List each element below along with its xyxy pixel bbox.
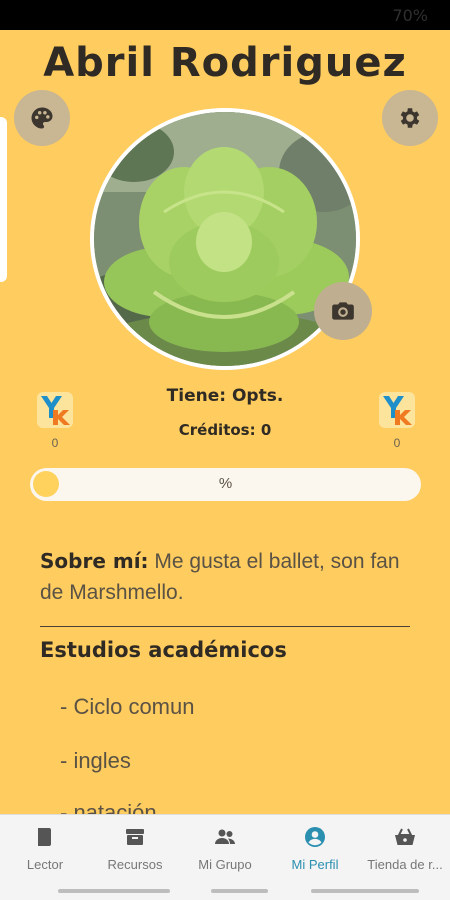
group-icon (215, 829, 235, 844)
about-section: Sobre mí: Me gusta el ballet, son fan de… (40, 546, 420, 608)
basket-icon (395, 828, 415, 845)
change-photo-button[interactable] (314, 282, 372, 340)
opts-label: Tiene: Opts. (166, 386, 284, 406)
section-divider (40, 626, 410, 627)
gear-icon (400, 108, 420, 128)
bottom-navigation: Lector Recursos Mi Grupo Mi Perfil Tiend… (0, 814, 450, 900)
study-item: - ingles (60, 748, 131, 773)
nav-label: Lector (26, 857, 64, 872)
gesture-bar (311, 889, 419, 893)
nav-label: Recursos (107, 857, 163, 872)
nav-item-tienda[interactable]: Tienda de r... (360, 815, 450, 885)
archive-icon (126, 829, 144, 845)
gesture-bar (211, 889, 268, 893)
progress-text: % (218, 475, 233, 492)
side-drawer-handle[interactable] (0, 117, 7, 282)
nav-item-mi-perfil[interactable]: Mi Perfil (270, 815, 360, 885)
nav-label: Mi Grupo (198, 857, 252, 872)
palette-icon (31, 107, 53, 129)
camera-icon (332, 302, 354, 320)
studies-title: Estudios académicos (40, 638, 287, 662)
book-icon (38, 828, 51, 846)
palette-button[interactable] (14, 90, 70, 146)
profile-avatar[interactable] (90, 108, 360, 370)
nav-item-lector[interactable]: Lector (0, 815, 90, 885)
battery-level: 70% (392, 6, 428, 25)
profile-name: Abril Rodriguez (43, 40, 407, 86)
progress-bar: % (30, 468, 421, 501)
settings-button[interactable] (382, 90, 438, 146)
credits-label: Créditos: 0 (178, 421, 272, 439)
gesture-bar (58, 889, 170, 893)
nav-item-mi-grupo[interactable]: Mi Grupo (180, 815, 270, 885)
nav-item-recursos[interactable]: Recursos (90, 815, 180, 885)
profile-icon (305, 827, 325, 847)
nav-label: Tienda de r... (367, 857, 443, 872)
study-item: - Ciclo comun (60, 694, 195, 719)
status-bar: 70% (0, 0, 450, 30)
about-label: Sobre mí: (40, 549, 149, 573)
nav-label: Mi Perfil (291, 857, 339, 872)
succulent-photo (94, 112, 356, 366)
